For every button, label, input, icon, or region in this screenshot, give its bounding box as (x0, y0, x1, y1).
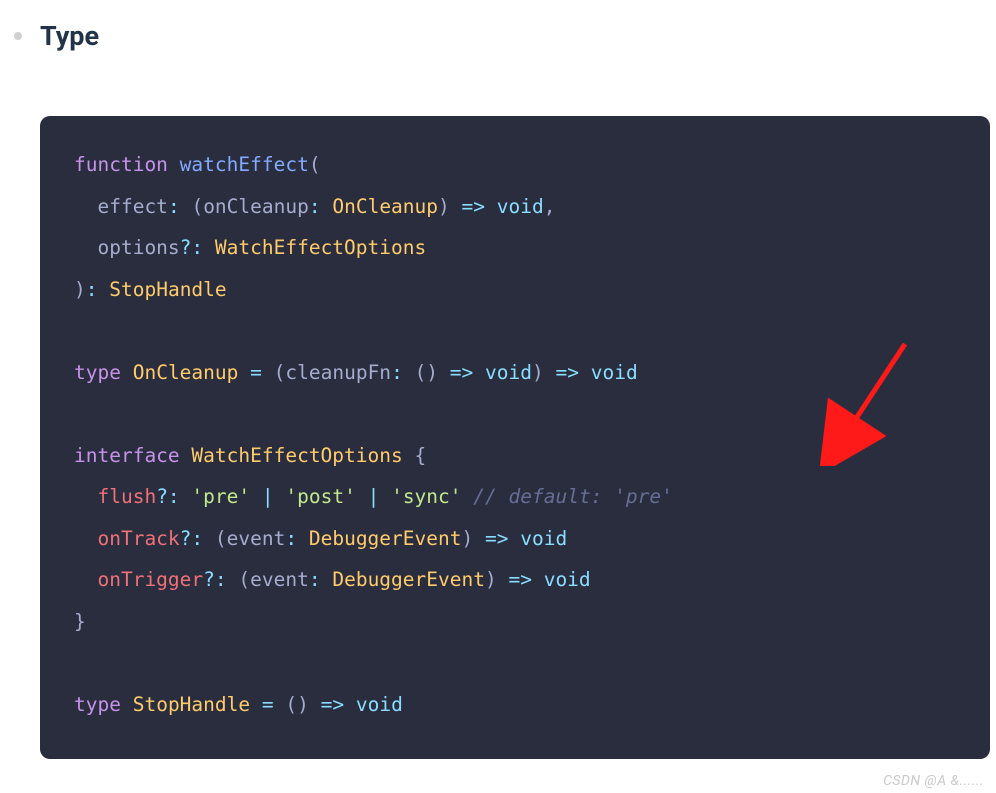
code-line: } (40, 601, 990, 643)
code-line: interface WatchEffectOptions { (40, 435, 990, 477)
code-line: type StopHandle = () => void (40, 684, 990, 726)
heading-row: Type (0, 0, 996, 52)
bullet-icon (14, 32, 22, 40)
code-line: onTrigger?: (event: DebuggerEvent) => vo… (40, 559, 990, 601)
code-line: effect: (onCleanup: OnCleanup) => void, (40, 186, 990, 228)
code-line (40, 642, 990, 684)
code-line (40, 310, 990, 352)
code-line: ): StopHandle (40, 269, 990, 311)
code-line (40, 393, 990, 435)
code-line: options?: WatchEffectOptions (40, 227, 990, 269)
code-line: function watchEffect( (40, 144, 990, 186)
code-block: function watchEffect( effect: (onCleanup… (40, 116, 990, 759)
watermark-text: CSDN @A &...... (883, 773, 984, 789)
code-line: flush?: 'pre' | 'post' | 'sync' // defau… (40, 476, 990, 518)
code-line: onTrack?: (event: DebuggerEvent) => void (40, 518, 990, 560)
section-heading: Type (40, 20, 99, 52)
code-line: type OnCleanup = (cleanupFn: () => void)… (40, 352, 990, 394)
